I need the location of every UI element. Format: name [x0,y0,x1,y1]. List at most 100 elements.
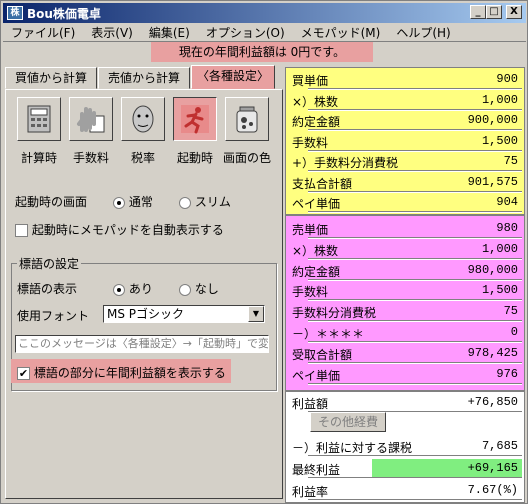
menu-memopad[interactable]: メモパッド(M) [293,24,389,41]
sell-row-value: 1,500 [481,283,518,298]
buy-row-value: 901,575 [467,174,518,189]
profit-row-value: +76,850 [467,395,518,409]
sell-row-label: 売単価 [292,223,329,237]
buy-row-value: 904 [496,195,518,209]
minimize-button[interactable]: _ [470,5,486,19]
fee-settings-button[interactable] [69,97,113,141]
buy-row: 手数料 1,500 [286,131,526,153]
calculator-icon [27,105,51,133]
radio-slim-label: スリム [194,195,231,209]
close-button[interactable]: X [506,5,522,19]
buy-row-label: ×）株数 [292,94,339,109]
radio-motto-off[interactable]: なし [179,280,219,297]
buy-row-value: 1,500 [481,133,518,148]
sell-row: 受取合計額 978,425 [286,343,526,365]
color-settings-button[interactable] [225,97,269,141]
sell-row-label: ×）株数 [292,243,339,258]
chevron-down-icon[interactable]: ▼ [248,306,264,322]
sell-row: 手数料 1,500 [286,280,526,302]
memo-autoshow-checkbox[interactable]: 起動時にメモパッドを自動表示する [15,221,224,238]
motto-group-title: 標語の設定 [17,255,82,272]
buy-row: +）手数料分消費税 75 [286,151,526,173]
buy-row: 約定金額 900,000 [286,110,526,132]
menu-bar: ファイル(F) 表示(V) 編集(E) オプション(O) メモパッド(M) ヘル… [3,23,526,41]
sell-row-label: ペイ単価 [292,368,341,383]
radio-motto-on[interactable]: あり [113,280,153,297]
sell-row-label: 手数料 [292,285,329,300]
app-window: 株 Bou株価電卓 _ □ X ファイル(F) 表示(V) 編集(E) オプショ… [0,0,528,504]
motto-message-input[interactable]: ここのメッセージは〈各種設定〉→「起動時」で変更 [15,335,269,353]
buy-row-value: 900,000 [467,113,518,127]
font-select-value: MS Pゴシック [107,307,185,321]
menu-edit[interactable]: 編集(E) [141,24,198,41]
sell-row: ×）株数 1,000 [286,239,526,261]
sell-row-value: 980 [496,221,518,235]
sell-row-value: 980,000 [467,262,518,277]
font-select[interactable]: MS Pゴシック ▼ [103,305,265,323]
radio-motto-on-label: あり [128,282,153,296]
tab-buy-calc[interactable]: 買値から計算 [5,67,97,89]
icon-label-color: 画面の色 [222,151,271,165]
icon-label-fee: 手数料 [72,151,109,165]
menu-view[interactable]: 表示(V) [83,24,141,41]
buy-row-label: 手数料 [292,135,329,150]
buy-row-value: 75 [503,154,518,168]
show-profit-box[interactable]: ✔ [17,367,30,380]
radio-normal-indicator[interactable] [113,196,125,209]
memo-autoshow-box[interactable] [15,224,28,237]
hand-icon [77,107,105,133]
calc-settings-button[interactable] [17,97,61,141]
show-profit-checkbox[interactable]: ✔ 標語の部分に年間利益額を表示する [17,364,226,381]
result-section: 利益額 +76,850 その他経費 －）利益に対する課税 7,685 最終利益 +69,16… [285,391,525,503]
tab-settings[interactable]: 〈各種設定〉 [191,65,275,89]
buy-section: 買単価 900 ×）株数 1,000 約定金額 900,000 手数料 1,500 +）手数料分… [285,67,525,215]
results-pane: 買単価 900 ×）株数 1,000 約定金額 900,000 手数料 1,500 +）手数料分… [285,67,525,503]
startup-settings-button[interactable] [173,97,217,141]
paint-jar-icon [236,106,258,133]
sell-row-value: 0 [510,325,518,339]
sell-row: 手数料分消費税 75 [286,301,526,323]
buy-row-value: 1,000 [481,92,518,107]
tax-row: －）利益に対する課税 7,685 [286,436,526,458]
sell-row-label: 約定金額 [292,264,341,279]
menu-file[interactable]: ファイル(F) [3,24,83,41]
other-expenses-button[interactable]: その他経費 [310,412,386,432]
radio-slim-indicator[interactable] [179,196,191,209]
profit-rate-row: 利益率 7.67(%) [286,480,526,502]
tab-sell-calc[interactable]: 売値から計算 [98,67,190,89]
menu-options[interactable]: オプション(O) [198,24,293,41]
motto-display-label: 標語の表示 [17,282,78,296]
sell-row: ペイ単価 976 [286,364,526,386]
menu-help[interactable]: ヘルプ(H) [388,24,458,41]
buy-row-label: +）手数料分消費税 [292,156,399,170]
tax-settings-button[interactable] [121,97,165,141]
buy-row-label: 支払合計額 [292,176,353,191]
buy-row-value: 900 [496,72,518,86]
radio-slim[interactable]: スリム [179,193,231,210]
icon-label-startup: 起動時 [176,151,213,165]
runner-icon [181,105,209,134]
title-bar: 株 Bou株価電卓 _ □ X [3,3,526,23]
buy-row: ペイ単価 904 [286,192,526,214]
radio-motto-off-indicator[interactable] [179,283,191,296]
sell-row: －）＊＊＊＊ 0 [286,322,526,344]
motto-banner: 現在の年間利益額は 0円です。 [151,42,373,62]
radio-normal[interactable]: 通常 [113,193,153,210]
face-icon [132,105,154,133]
tax-row-label: －）利益に対する課税 [292,441,413,455]
startup-screen-label: 起動時の画面 [15,195,88,209]
maximize-button[interactable]: □ [486,5,502,19]
sell-row: 約定金額 980,000 [286,260,526,282]
window-title: Bou株価電卓 [27,6,101,21]
final-profit-row-underline [308,477,522,478]
sell-row: 売単価 980 [286,218,526,240]
radio-motto-on-indicator[interactable] [113,283,125,296]
buy-row-label: 約定金額 [292,115,341,129]
sell-row-underline [308,382,522,384]
sell-row-value: 75 [503,304,518,319]
sell-row-value: 1,000 [481,241,518,256]
profit-rate-row-value: 7.67(%) [467,483,518,497]
font-label: 使用フォント [17,309,90,323]
sell-section: 売単価 980 ×）株数 1,000 約定金額 980,000 手数料 1,500 手数料分消費… [285,215,525,391]
radio-normal-label: 通常 [128,195,153,209]
